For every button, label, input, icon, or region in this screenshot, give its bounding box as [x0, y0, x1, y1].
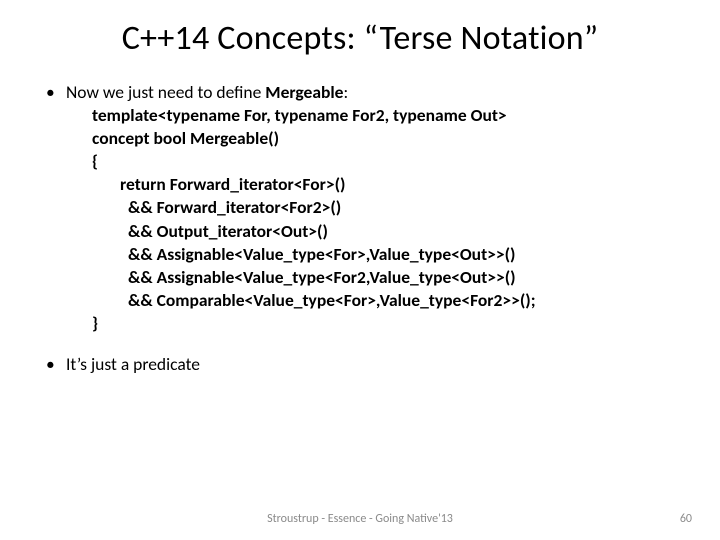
code-line-5: && Forward_iterator<For2>(): [128, 196, 684, 219]
code-line-1: template<typename For, typename For2, ty…: [92, 104, 684, 127]
code-line-2: concept bool Mergeable(): [92, 127, 684, 150]
bullet-1-bold: Mergeable: [265, 81, 343, 103]
bullet-1-suffix: :: [343, 81, 348, 103]
footer-center: Stroustrup - Essence - Going Native'13: [0, 512, 720, 526]
slide-body: Now we just need to define Mergeable: te…: [36, 81, 684, 376]
slide: C++14 Concepts: “Terse Notation” Now we …: [0, 0, 720, 540]
code-line-10: }: [92, 312, 684, 335]
bullet-2-text: It’s just a predicate: [66, 353, 200, 375]
code-line-4-rest: Forward_iterator<For>(): [166, 173, 346, 195]
bullet-2: It’s just a predicate: [40, 353, 684, 376]
code-line-4: return Forward_iterator<For>(): [120, 173, 684, 196]
code-line-6: && Output_iterator<Out>(): [128, 220, 684, 243]
bullet-1-prefix: Now we just need to define: [66, 81, 265, 103]
footer: Stroustrup - Essence - Going Native'13 6…: [0, 512, 720, 526]
code-line-7: && Assignable<Value_type<For>,Value_type…: [128, 243, 684, 266]
return-keyword: return: [120, 173, 166, 195]
page-number: 60: [680, 512, 692, 526]
page-title: C++14 Concepts: “Terse Notation”: [36, 18, 684, 59]
code-line-9: && Comparable<Value_type<For>,Value_type…: [128, 289, 684, 312]
bullet-1: Now we just need to define Mergeable:: [40, 81, 684, 104]
code-line-3: {: [92, 150, 684, 173]
spacer: [36, 335, 684, 353]
code-block: template<typename For, typename For2, ty…: [92, 104, 684, 335]
code-line-8: && Assignable<Value_type<For2,Value_type…: [128, 266, 684, 289]
